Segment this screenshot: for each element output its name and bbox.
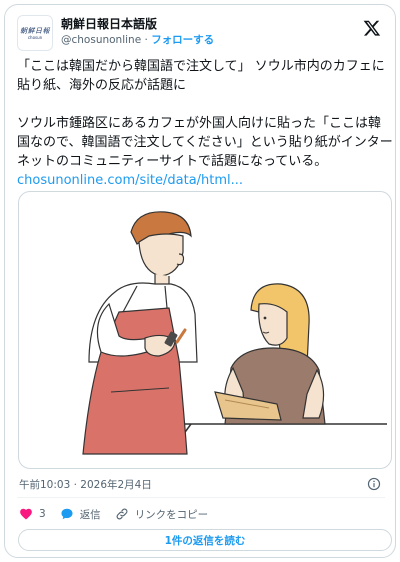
like-button[interactable]: 3 bbox=[19, 507, 46, 521]
avatar-logo-subtext: chosun bbox=[27, 34, 43, 40]
copy-link-button[interactable]: リンクをコピー bbox=[115, 507, 209, 522]
action-bar: 3 返信 リンクをコピー bbox=[19, 506, 222, 522]
tweet-card: 朝鮮日報 chosun 朝鮮日報日本語版 @chosunonline · フォロ… bbox=[4, 4, 396, 558]
cafe-illustration bbox=[82, 211, 387, 455]
info-icon[interactable] bbox=[367, 477, 381, 491]
handle-line: @chosunonline · フォローする bbox=[61, 32, 214, 48]
like-count: 3 bbox=[39, 508, 46, 520]
link-icon bbox=[116, 508, 128, 520]
tweet-image[interactable] bbox=[18, 191, 392, 469]
read-replies-button[interactable]: 1件の返信を読む bbox=[18, 529, 392, 551]
tweet-body: ソウル市鍾路区にあるカフェが外国人向けに貼った「ここは韓国なので、韓国語で注文し… bbox=[17, 116, 393, 169]
server-face bbox=[138, 233, 184, 277]
tweet-headline: 「ここは韓国だから韓国語で注文して」 ソウル市内のカフェに貼り紙、海外の反応が話… bbox=[17, 59, 385, 93]
handle[interactable]: @chosunonline bbox=[61, 34, 141, 46]
reply-label: 返信 bbox=[79, 508, 101, 521]
display-name[interactable]: 朝鮮日報日本語版 bbox=[61, 16, 214, 32]
tweet-header: 朝鮮日報 chosun 朝鮮日報日本語版 @chosunonline · フォロ… bbox=[17, 15, 385, 51]
handle-separator: · bbox=[141, 34, 152, 46]
follow-button[interactable]: フォローする bbox=[151, 34, 214, 46]
x-logo-icon[interactable] bbox=[363, 19, 381, 37]
customer-face bbox=[258, 303, 288, 346]
copy-link-label: リンクをコピー bbox=[134, 508, 209, 521]
heart-icon bbox=[20, 508, 32, 520]
reply-bubble-icon bbox=[61, 508, 73, 520]
avatar[interactable]: 朝鮮日報 chosun bbox=[17, 15, 53, 51]
timestamp[interactable]: 午前10:03 · 2026年2月4日 bbox=[19, 477, 152, 492]
tweet-text: 「ここは韓国だから韓国語で注文して」 ソウル市内のカフェに貼り紙、海外の反応が話… bbox=[17, 57, 393, 190]
account-info: 朝鮮日報日本語版 @chosunonline · フォローする bbox=[61, 16, 214, 48]
reply-button[interactable]: 返信 bbox=[60, 507, 101, 522]
avatar-logo-text: 朝鮮日報 bbox=[20, 26, 50, 35]
article-link[interactable]: chosunonline.com/site/data/html... bbox=[17, 173, 243, 188]
divider bbox=[17, 497, 385, 498]
